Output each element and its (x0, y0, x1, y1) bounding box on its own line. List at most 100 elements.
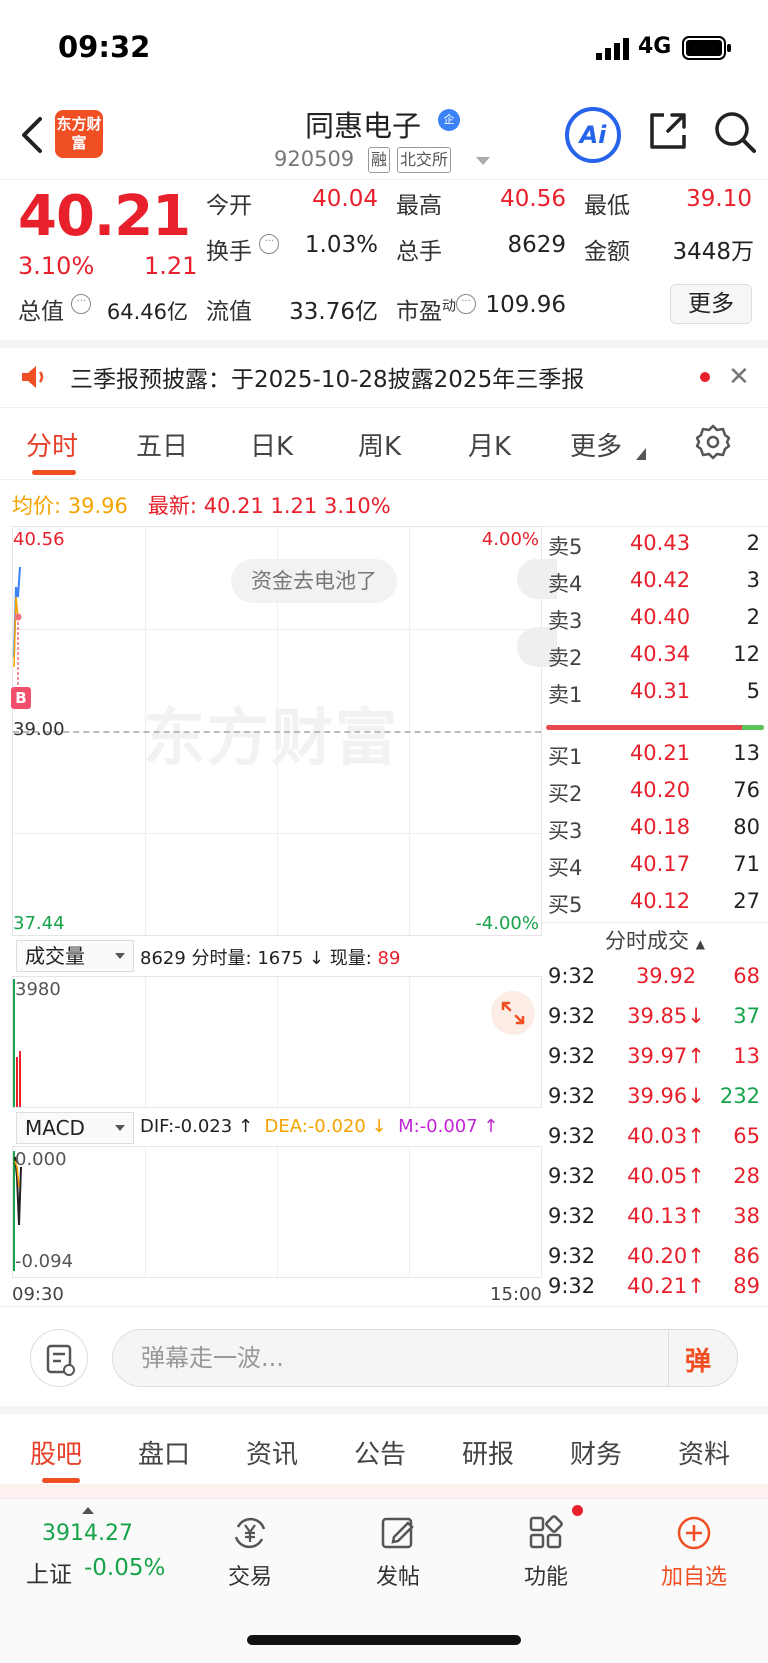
back-icon[interactable] (16, 113, 52, 157)
info-icon[interactable]: ··· (71, 294, 92, 314)
ask-price: 40.31 (629, 679, 691, 703)
nav-trade[interactable]: 交易 (200, 1513, 300, 1591)
tab-five-day[interactable]: 五日 (136, 426, 188, 463)
tab-guba[interactable]: 股吧 (30, 1434, 82, 1471)
bid-price: 40.20 (629, 778, 691, 802)
tab-monthly-k[interactable]: 月K (468, 426, 511, 463)
tab-more[interactable]: 更多 (570, 426, 622, 463)
comment-bar: 弹幕走一波... 弹 (0, 1306, 768, 1406)
latest-value: 40.21 (203, 494, 264, 518)
nav-post[interactable]: 发帖 (348, 1513, 448, 1591)
buy-marker[interactable]: B (11, 687, 31, 709)
macd-m: M:-0.007 (398, 1116, 478, 1137)
info-icon[interactable]: ··· (456, 294, 476, 314)
now-vol-value: 89 (377, 948, 401, 969)
ask-row[interactable]: 卖5 40.43 2 (542, 527, 764, 563)
search-icon[interactable] (712, 109, 758, 155)
ask-label: 卖2 (548, 646, 583, 670)
bid-row[interactable]: 买5 40.12 27 (542, 885, 764, 921)
bid-row[interactable]: 买1 40.21 13 (542, 737, 764, 773)
tab-research[interactable]: 研报 (462, 1434, 514, 1471)
share-icon[interactable] (646, 109, 690, 153)
bid-row[interactable]: 买4 40.17 71 (542, 848, 764, 884)
nav-functions-label: 功能 (523, 1565, 568, 1590)
grid-line (13, 629, 541, 630)
trade-vol: 28 (733, 1164, 760, 1188)
signal-icon (596, 38, 629, 60)
notice-banner[interactable]: 三季报预披露：于2025-10-28披露2025年三季报 ✕ (0, 340, 768, 408)
bid-qty: 80 (733, 815, 760, 839)
danmaku-input[interactable]: 弹幕走一波... (112, 1329, 738, 1387)
tab-announcements[interactable]: 公告 (354, 1434, 406, 1471)
tab-finance[interactable]: 财务 (570, 1434, 622, 1471)
macd-header: MACD DIF:-0.023 ↑ DEA:-0.020 ↓ M:-0.007 … (12, 1110, 542, 1146)
trade-price: 39.92 (635, 964, 697, 988)
info-icon[interactable]: ··· (259, 234, 280, 254)
exchange-tag: 北交所 (397, 147, 452, 173)
tab-daily-k[interactable]: 日K (250, 426, 293, 463)
macd-chart[interactable]: 0.000 -0.094 (12, 1146, 542, 1278)
trade-row: 9:32 39.96↓ 232 (542, 1078, 764, 1118)
volume-stats: 8629 分时量: 1675 ↓ 现量: 89 (140, 944, 400, 970)
ask-qty: 3 (746, 568, 760, 592)
intraday-price-chart[interactable]: 东方财富 40.56 39.00 37.44 4.00% -4.00% 资金去电… (11, 526, 557, 936)
content-preview-strip (0, 1484, 768, 1498)
ask-row[interactable]: 卖2 40.34 12 (542, 638, 764, 674)
tab-news[interactable]: 资讯 (246, 1434, 298, 1471)
home-indicator (247, 1635, 521, 1645)
nav-add-watchlist[interactable]: 加自选 (644, 1513, 744, 1591)
chevron-down-icon[interactable] (476, 157, 490, 165)
stock-name[interactable]: 同惠电子 (305, 103, 421, 145)
nav-trade-label: 交易 (227, 1565, 272, 1590)
ask-qty: 12 (733, 642, 760, 666)
note-button[interactable] (30, 1329, 88, 1387)
tab-weekly-k[interactable]: 周K (358, 426, 401, 463)
ai-button[interactable]: Ai (565, 107, 621, 163)
pe-label-wrap: 市盈动 ··· (396, 292, 476, 326)
expand-button[interactable] (491, 991, 535, 1035)
gear-icon[interactable] (695, 424, 731, 460)
bid-row[interactable]: 买2 40.20 76 (542, 774, 764, 810)
volume-selector[interactable]: 成交量 (16, 940, 134, 972)
y-bottom-label: 37.44 (13, 913, 65, 934)
ask-row[interactable]: 卖3 40.40 2 (542, 601, 764, 637)
grid-line (145, 977, 146, 1107)
close-icon[interactable]: ✕ (728, 362, 750, 392)
trade-vol: 68 (733, 964, 760, 988)
avg-label: 均价: (12, 494, 62, 518)
active-tab-indicator (42, 1478, 80, 1483)
volume-chart[interactable]: 3980 (12, 976, 542, 1108)
danmaku-send-button[interactable]: 弹 (668, 1329, 738, 1387)
network-type: 4G (638, 34, 672, 59)
ask-row[interactable]: 卖1 40.31 5 (542, 675, 764, 711)
grid-line (277, 977, 278, 1107)
trade-time: 9:32 (548, 1164, 596, 1188)
trades-title[interactable]: 分时成交 ▲ (542, 922, 768, 958)
trade-row: 9:32 40.05↑ 28 (542, 1158, 764, 1198)
trade-vol: 232 (719, 1084, 760, 1108)
order-book: 卖5 40.43 2 卖4 40.42 3 卖3 40.40 2 卖2 40.3… (542, 526, 768, 922)
bid-row[interactable]: 买3 40.18 80 (542, 811, 764, 847)
quote-panel: 40.21 3.10% 1.21 今开 40.04 最高 40.56 最低 39… (0, 180, 768, 340)
ask-qty: 5 (746, 679, 760, 703)
last-price: 40.21 (18, 184, 191, 249)
caret-up-icon: ▲ (695, 937, 705, 951)
app-logo: 东方财富 (55, 110, 103, 158)
nav-functions[interactable]: 功能 (496, 1513, 596, 1591)
chart-tabs: 分时 五日 日K 周K 月K 更多 (0, 408, 768, 480)
ask-row[interactable]: 卖4 40.42 3 (542, 564, 764, 600)
chevron-down-icon (115, 1125, 125, 1131)
ask-label: 卖3 (548, 609, 583, 633)
latest-label: 最新: (147, 494, 197, 518)
arrow-down-icon: ↓ (308, 948, 324, 969)
tab-profile[interactable]: 资料 (678, 1434, 730, 1471)
volume-bars (13, 979, 21, 1107)
open-value: 40.04 (312, 186, 378, 212)
more-button[interactable]: 更多 (670, 284, 752, 324)
grid-line (145, 1147, 146, 1277)
danmaku-send-label: 弹 (685, 1347, 712, 1377)
indicator-selector[interactable]: MACD (16, 1112, 134, 1144)
tab-pankou[interactable]: 盘口 (138, 1434, 190, 1471)
trade-row: 9:32 39.85↓ 37 (542, 998, 764, 1038)
tab-intraday[interactable]: 分时 (26, 426, 78, 463)
